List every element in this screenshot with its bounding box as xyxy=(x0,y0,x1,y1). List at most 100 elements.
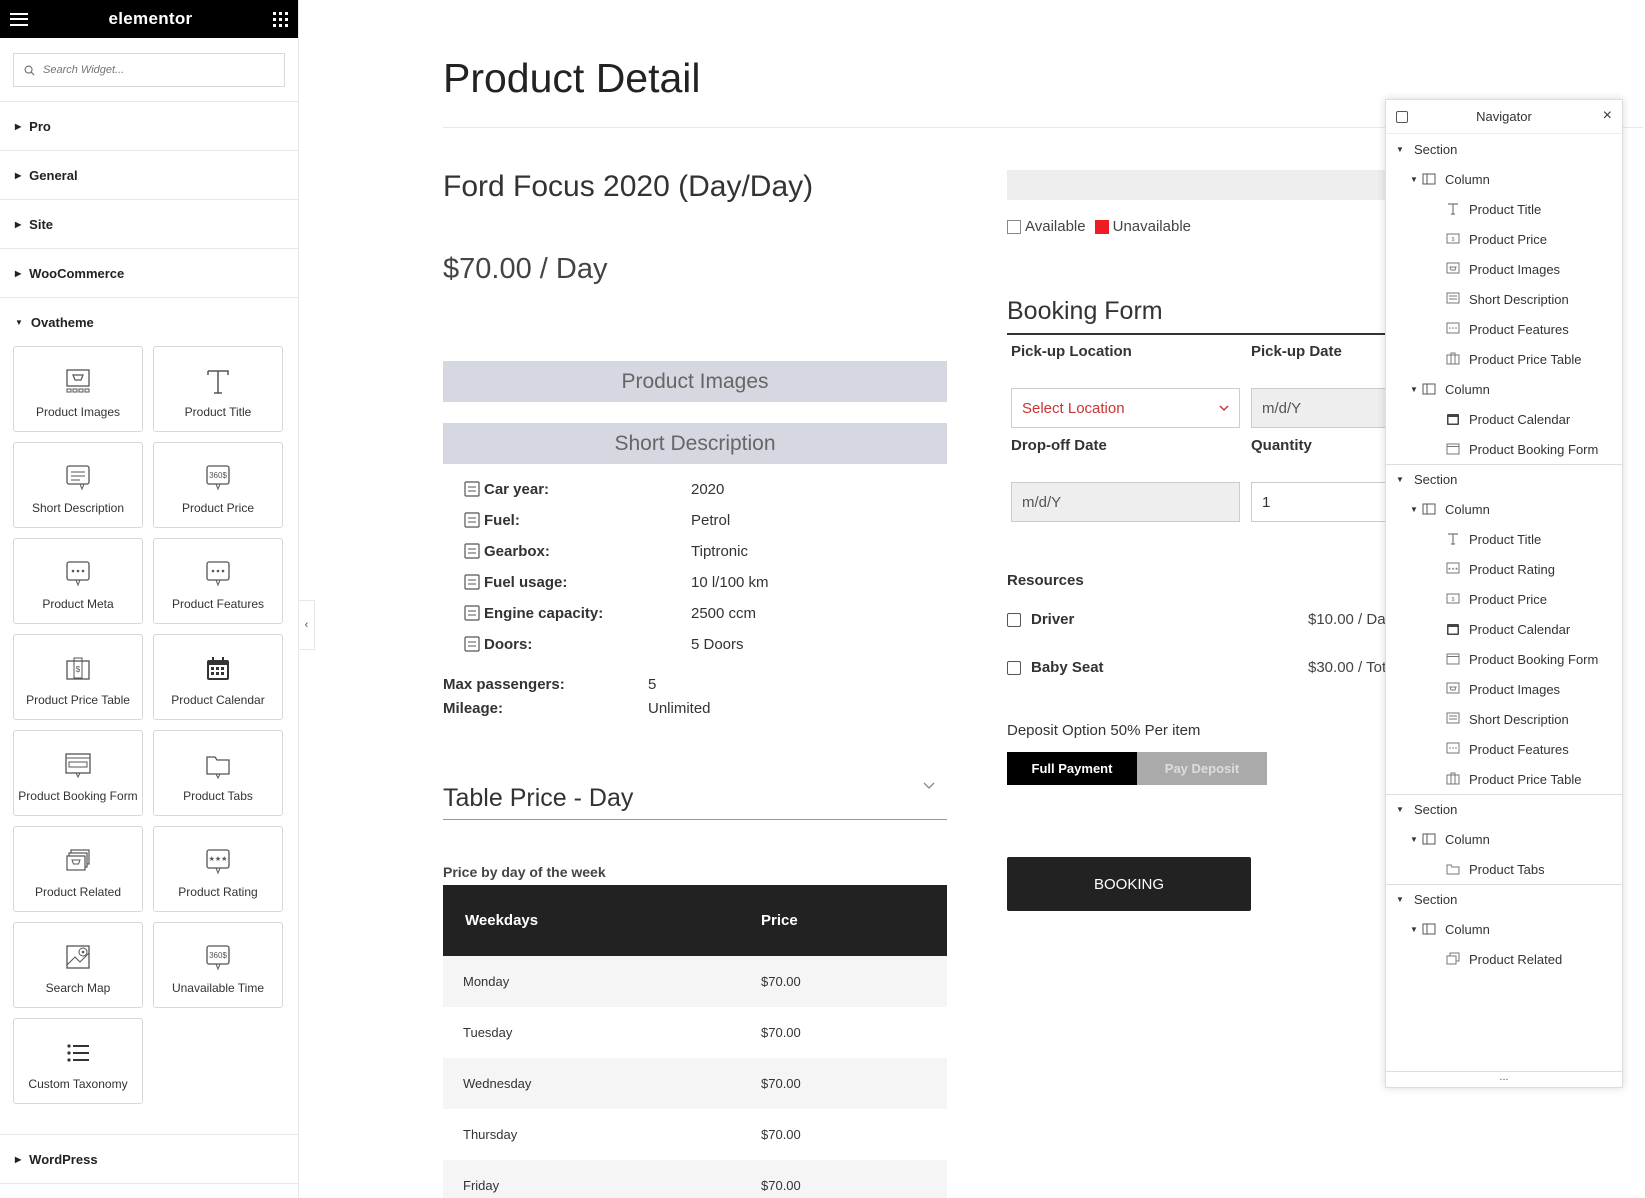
navigator-item-section[interactable]: ▼ Section xyxy=(1386,794,1622,824)
resource-driver[interactable]: Driver xyxy=(1007,611,1074,628)
price-cell: $70.00 xyxy=(761,1178,801,1193)
navigator-item-form[interactable]: Product Booking Form xyxy=(1386,434,1622,464)
widget-custom-taxonomy[interactable]: Custom Taxonomy xyxy=(13,1018,143,1104)
navigator-item-label: Column xyxy=(1445,381,1490,397)
category-ovatheme[interactable]: ▼ Ovatheme xyxy=(0,297,298,346)
caret-down-icon[interactable]: ▼ xyxy=(1410,385,1422,394)
category-label: Ovatheme xyxy=(30,314,94,330)
calendar-legend: Available Unavailable xyxy=(1007,218,1191,235)
navigator-item-title[interactable]: Product Title xyxy=(1386,194,1622,224)
category-site[interactable]: ▶ Site xyxy=(0,199,298,248)
booking-button[interactable]: BOOKING xyxy=(1007,857,1251,911)
caret-down-icon[interactable]: ▼ xyxy=(1410,505,1422,514)
meta-value: 5 xyxy=(648,676,657,693)
navigator-item-meta[interactable]: Product Features xyxy=(1386,734,1622,764)
widget-product-related[interactable]: Product Related xyxy=(13,826,143,912)
caret-down-icon[interactable]: ▼ xyxy=(1410,925,1422,934)
short-description-placeholder[interactable]: Short Description xyxy=(443,423,947,464)
navigator-item-calendar[interactable]: Product Calendar xyxy=(1386,614,1622,644)
chevron-down-icon[interactable] xyxy=(923,780,935,792)
images-icon xyxy=(1446,682,1460,694)
navigator-item-column[interactable]: ▼ Column xyxy=(1386,164,1622,194)
navigator-item-related[interactable]: Product Related xyxy=(1386,944,1622,974)
feature-row: Fuel: Petrol xyxy=(463,511,730,529)
navigator-item-label: Product Booking Form xyxy=(1469,651,1599,667)
caret-down-icon[interactable]: ▼ xyxy=(1410,175,1422,184)
pickup-date-input[interactable]: m/d/Y xyxy=(1251,388,1407,428)
caret-down-icon[interactable]: ▼ xyxy=(1396,895,1408,904)
widget-product-images[interactable]: Product Images xyxy=(13,346,143,432)
menu-icon[interactable] xyxy=(10,12,28,26)
desc-icon xyxy=(1446,712,1460,724)
resource-baby-seat[interactable]: Baby Seat xyxy=(1007,659,1104,676)
widget-product-price[interactable]: 360$ Product Price xyxy=(153,442,283,528)
category-label: WordPress xyxy=(29,1151,98,1167)
quantity-input[interactable]: 1 xyxy=(1251,482,1407,522)
checkbox[interactable] xyxy=(1007,660,1021,675)
caret-down-icon[interactable]: ▼ xyxy=(1396,475,1408,484)
search-widget-box[interactable] xyxy=(13,53,285,87)
checkbox[interactable] xyxy=(1007,612,1021,627)
category-general[interactable]: ▶ General xyxy=(0,150,298,199)
widget-product-booking-form[interactable]: Product Booking Form xyxy=(13,730,143,816)
navigator-item-column[interactable]: ▼ Column xyxy=(1386,494,1622,524)
navigator-item-form[interactable]: Product Booking Form xyxy=(1386,644,1622,674)
pay-deposit-button[interactable]: Pay Deposit xyxy=(1137,752,1267,785)
dropoff-date-input[interactable]: m/d/Y xyxy=(1011,482,1240,522)
close-icon[interactable]: × xyxy=(1603,107,1612,125)
widget-unavailable-time[interactable]: 360$ Unavailable Time xyxy=(153,922,283,1008)
navigator-item-tabs[interactable]: Product Tabs xyxy=(1386,854,1622,884)
collapse-all-icon[interactable] xyxy=(1396,111,1408,123)
product-images-placeholder[interactable]: Product Images xyxy=(443,361,947,402)
related-icon xyxy=(1446,952,1460,965)
feature-label: Car year: xyxy=(484,480,550,498)
calendar-doc-icon xyxy=(464,481,480,497)
pickup-location-select[interactable]: Select Location xyxy=(1011,388,1240,428)
widget-product-price-table[interactable]: $ Product Price Table xyxy=(13,634,143,720)
category-pro[interactable]: ▶ Pro xyxy=(0,101,298,150)
navigator-item-column[interactable]: ▼ Column xyxy=(1386,374,1622,404)
navigator-item-images[interactable]: Product Images xyxy=(1386,254,1622,284)
widget-product-rating[interactable]: ★★★ Product Rating xyxy=(153,826,283,912)
full-payment-button[interactable]: Full Payment xyxy=(1007,752,1137,785)
navigator-item-price[interactable]: $ Product Price xyxy=(1386,224,1622,254)
divider xyxy=(443,819,947,820)
svg-text:★★★: ★★★ xyxy=(209,855,228,863)
category-woocommerce[interactable]: ▶ WooCommerce xyxy=(0,248,298,297)
navigator-item-section[interactable]: ▼ Section xyxy=(1386,884,1622,914)
navigator-item-column[interactable]: ▼ Column xyxy=(1386,914,1622,944)
navigator-item-column[interactable]: ▼ Column xyxy=(1386,824,1622,854)
category-wordpress[interactable]: ▶ WordPress xyxy=(0,1134,298,1183)
caret-down-icon[interactable]: ▼ xyxy=(1396,805,1408,814)
navigator-item-title[interactable]: Product Title xyxy=(1386,524,1622,554)
widget-search-map[interactable]: Search Map xyxy=(13,922,143,1008)
navigator-item-images[interactable]: Product Images xyxy=(1386,674,1622,704)
product-calendar[interactable] xyxy=(1007,170,1407,200)
widget-product-meta[interactable]: Product Meta xyxy=(13,538,143,624)
header-weekdays: Weekdays xyxy=(465,912,539,929)
navigator-item-pricetable[interactable]: Product Price Table xyxy=(1386,344,1622,374)
elementor-logo: elementor xyxy=(108,9,193,28)
search-widget-input[interactable] xyxy=(43,64,243,76)
navigator-item-section[interactable]: ▼ Section xyxy=(1386,464,1622,494)
navigator-item-rating[interactable]: ★★★ Product Rating xyxy=(1386,554,1622,584)
navigator-item-desc[interactable]: Short Description xyxy=(1386,284,1622,314)
navigator-item-calendar[interactable]: Product Calendar xyxy=(1386,404,1622,434)
category-label: Site xyxy=(29,216,53,232)
apps-grid-icon[interactable] xyxy=(272,11,288,27)
navigator-item-section[interactable]: ▼ Section xyxy=(1386,134,1622,164)
widget-product-features[interactable]: Product Features xyxy=(153,538,283,624)
widget-short-description[interactable]: Short Description xyxy=(13,442,143,528)
resize-handle[interactable]: ... xyxy=(1386,1071,1622,1087)
caret-down-icon[interactable]: ▼ xyxy=(1410,835,1422,844)
navigator-item-price[interactable]: $ Product Price xyxy=(1386,584,1622,614)
caret-down-icon[interactable]: ▼ xyxy=(1396,145,1408,154)
product-price-icon: 360$ xyxy=(206,465,230,491)
navigator-item-pricetable[interactable]: Product Price Table xyxy=(1386,764,1622,794)
engine-icon xyxy=(464,605,480,621)
widget-product-title[interactable]: Product Title xyxy=(153,346,283,432)
navigator-item-meta[interactable]: Product Features xyxy=(1386,314,1622,344)
widget-product-calendar[interactable]: Product Calendar xyxy=(153,634,283,720)
widget-product-tabs[interactable]: Product Tabs xyxy=(153,730,283,816)
navigator-item-desc[interactable]: Short Description xyxy=(1386,704,1622,734)
